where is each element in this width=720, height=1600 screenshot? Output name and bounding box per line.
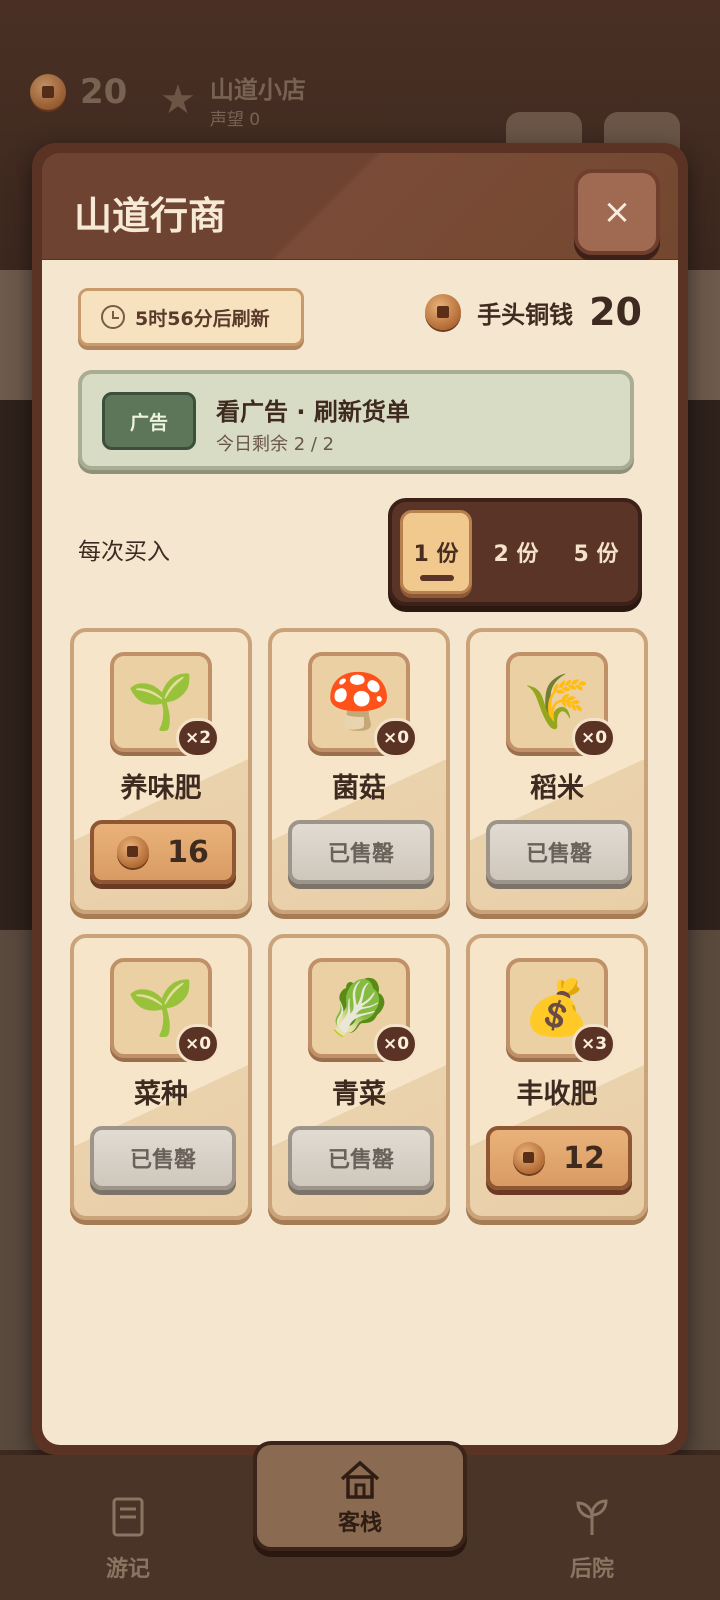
close-button[interactable]: × [574, 169, 660, 255]
item-card-养味肥[interactable]: 🌱 ×2 养味肥 16 [70, 628, 252, 914]
item-card-稻米[interactable]: 🌾 ×0 稻米 已售罄 [466, 628, 648, 914]
sold-out-button[interactable]: 已售罄 [90, 1126, 236, 1190]
owned-count-badge: ×2 [176, 718, 220, 758]
item-name: 菌菇 [332, 773, 386, 804]
refresh-timer-text: 5时56分后刷新 [135, 307, 270, 330]
ad-refresh-banner[interactable]: 广告 看广告 · 刷新货单 今日剩余 2 / 2 [78, 370, 634, 470]
sold-out-button[interactable]: 已售罄 [486, 820, 632, 884]
modal-body: 5时56分后刷新 手头铜钱 20 广告 看广告 · 刷新货单 今日剩余 2 / … [42, 260, 678, 1445]
sold-out-button[interactable]: 已售罄 [288, 1126, 434, 1190]
background-coin-counter: 20 [30, 72, 127, 112]
nav-item-journal[interactable]: 游记 [68, 1495, 188, 1583]
wallet: 手头铜钱 20 [425, 290, 642, 334]
coin-icon [117, 836, 150, 868]
ad-remaining: 今日剩余 2 / 2 [216, 434, 335, 455]
refresh-timer: 5时56分后刷新 [78, 288, 304, 346]
wallet-label: 手头铜钱 [477, 300, 574, 329]
coin-icon [425, 294, 462, 330]
item-name: 稻米 [530, 773, 584, 804]
buy-button[interactable]: 16 [90, 820, 236, 884]
coin-icon [30, 74, 66, 110]
quantity-option-label: 5 份 [573, 542, 619, 567]
modal-header: 山道行商 × [42, 153, 678, 259]
merchant-modal: 山道行商 × 5时56分后刷新 手头铜钱 20 广告 看广告 · 刷新货单 今日… [32, 143, 688, 1455]
quantity-option-label: 1 份 [413, 542, 459, 567]
buy-button[interactable]: 12 [486, 1126, 632, 1190]
quantity-option-label: 2 份 [493, 542, 539, 567]
nav-item-backyard[interactable]: 后院 [532, 1495, 652, 1583]
item-card-丰收肥[interactable]: 💰 ×3 丰收肥 12 [466, 934, 648, 1220]
item-card-菜种[interactable]: 🌱 ×0 菜种 已售罄 [70, 934, 252, 1220]
nav-label: 客栈 [337, 1511, 382, 1536]
background-coin-value: 20 [80, 72, 128, 112]
item-name: 养味肥 [120, 773, 202, 804]
nav-label: 后院 [569, 1557, 614, 1582]
bottom-nav: 游记 客栈 后院 [0, 1441, 720, 1600]
clock-icon [101, 305, 125, 329]
background-shop-info: ★ 山道小店 声望 0 [160, 70, 306, 130]
ad-title: 看广告 · 刷新货单 [216, 398, 410, 426]
item-name: 丰收肥 [516, 1079, 598, 1110]
quantity-option-1[interactable]: 1 份 [400, 510, 472, 594]
quantity-label: 每次买入 [78, 539, 170, 565]
owned-count-badge: ×0 [374, 718, 418, 758]
price-value: 16 [167, 834, 209, 870]
background-reputation: 声望 0 [209, 110, 261, 130]
modal-title: 山道行商 [74, 194, 227, 238]
quantity-option-2[interactable]: 2 份 [480, 510, 552, 594]
background-shop-name: 山道小店 [209, 76, 306, 104]
item-card-青菜[interactable]: 🥬 ×0 青菜 已售罄 [268, 934, 450, 1220]
house-icon [340, 1460, 380, 1499]
owned-count-badge: ×0 [176, 1024, 220, 1064]
wallet-value: 20 [589, 290, 642, 334]
price-value: 12 [563, 1140, 605, 1176]
nav-label: 游记 [105, 1557, 150, 1582]
quantity-option-5[interactable]: 5 份 [560, 510, 632, 594]
star-icon: ★ [160, 77, 196, 123]
sprout-icon [576, 1499, 608, 1535]
selected-indicator [420, 575, 454, 581]
sold-out-button[interactable]: 已售罄 [288, 820, 434, 884]
quantity-selector: 1 份 2 份 5 份 [388, 498, 642, 606]
coin-icon [513, 1142, 546, 1174]
book-icon [112, 1497, 144, 1537]
ad-badge: 广告 [102, 392, 196, 450]
close-icon: × [602, 192, 632, 232]
owned-count-badge: ×0 [374, 1024, 418, 1064]
item-card-菌菇[interactable]: 🍄 ×0 菌菇 已售罄 [268, 628, 450, 914]
owned-count-badge: ×3 [572, 1024, 616, 1064]
owned-count-badge: ×0 [572, 718, 616, 758]
item-name: 菜种 [134, 1079, 188, 1110]
item-name: 青菜 [332, 1079, 386, 1110]
nav-item-inn[interactable]: 客栈 [253, 1441, 467, 1551]
